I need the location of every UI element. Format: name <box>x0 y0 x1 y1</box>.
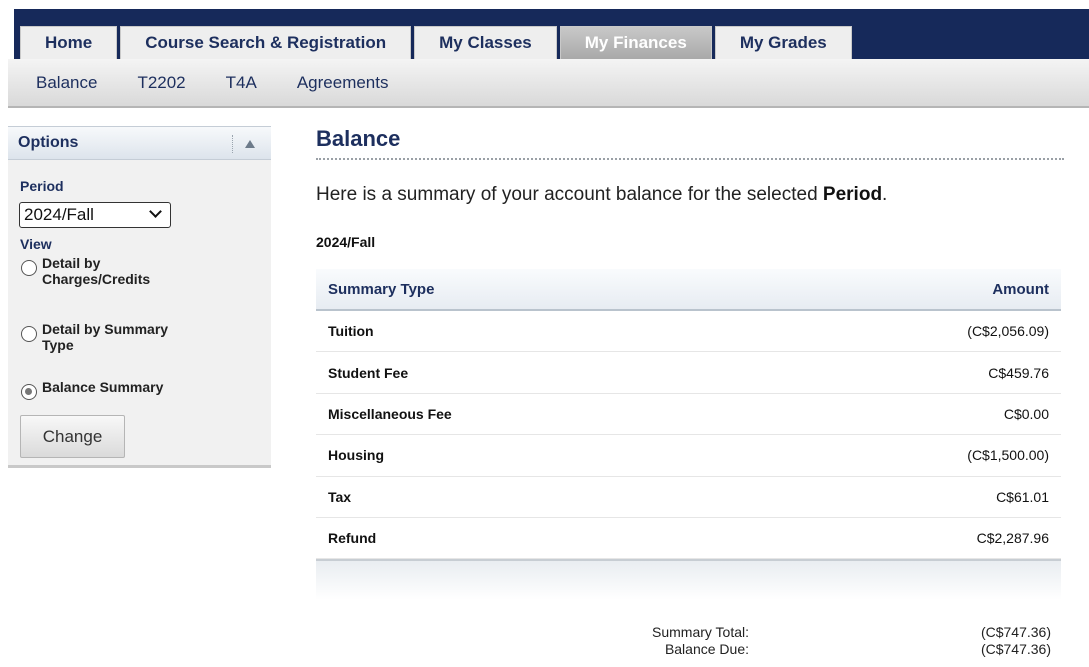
tab-my-finances[interactable]: My Finances <box>559 26 712 59</box>
balance-due-label: Balance Due: <box>664 641 749 657</box>
options-title: Options <box>18 134 79 151</box>
balance-due-value: (C$747.36) <box>980 641 1051 657</box>
main-tabs: Home Course Search & Registration My Cla… <box>20 26 855 59</box>
table-footer <box>316 559 1061 601</box>
header-separator <box>232 135 233 153</box>
header-summary-type: Summary Type <box>328 280 435 298</box>
title-divider <box>316 158 1064 160</box>
change-button[interactable]: Change <box>20 415 125 458</box>
row-type: Miscellaneous Fee <box>328 405 452 422</box>
collapse-button[interactable] <box>237 134 263 154</box>
subtab-balance[interactable]: Balance <box>36 73 97 93</box>
row-amount: C$459.76 <box>988 364 1049 381</box>
table-row: Tax C$61.01 <box>316 476 1061 518</box>
row-type: Housing <box>328 447 384 464</box>
row-amount: (C$2,056.09) <box>967 323 1049 340</box>
options-header: Options <box>8 126 271 160</box>
radio-label: Detail by Charges/Credits <box>42 255 151 287</box>
row-type: Tax <box>328 488 352 505</box>
period-select[interactable]: 2024/Fall <box>19 202 171 228</box>
intro-text-bold: Period <box>822 184 883 205</box>
options-panel: Options Period 2024/Fall View Detail by … <box>8 126 271 468</box>
totals-block: Summary Total: (C$747.36) Balance Due: (… <box>316 624 1061 664</box>
tab-my-classes[interactable]: My Classes <box>414 26 557 59</box>
header-amount: Amount <box>992 280 1049 298</box>
row-type: Refund <box>328 530 377 547</box>
tab-home[interactable]: Home <box>20 26 118 59</box>
tab-course-search-registration[interactable]: Course Search & Registration <box>120 26 412 59</box>
period-label: Period <box>20 178 64 194</box>
summary-total-label: Summary Total: <box>652 624 749 640</box>
subtab-t4a[interactable]: T4A <box>226 73 257 93</box>
page-title: Balance <box>316 126 401 151</box>
view-option-charges-credits[interactable]: Detail by Charges/Credits <box>21 255 182 287</box>
table-row: Tuition (C$2,056.09) <box>316 311 1061 353</box>
intro-text-main: Here is a summary of your account balanc… <box>316 184 823 205</box>
top-navigation: Home Course Search & Registration My Cla… <box>0 0 1089 59</box>
summary-total-value: (C$747.36) <box>980 624 1051 640</box>
sub-navigation: Balance T2202 T4A Agreements <box>8 59 1089 108</box>
table-row: Housing (C$1,500.00) <box>316 435 1061 477</box>
row-amount: (C$1,500.00) <box>967 447 1049 464</box>
row-amount: C$0.00 <box>1003 405 1049 422</box>
radio-label: Detail by Summary Type <box>42 321 169 353</box>
intro-text: Here is a summary of your account balanc… <box>316 184 887 206</box>
radio-label: Balance Summary <box>42 379 164 395</box>
row-type: Student Fee <box>328 364 409 381</box>
table-row: Miscellaneous Fee C$0.00 <box>316 393 1061 436</box>
period-heading: 2024/Fall <box>316 234 376 250</box>
row-amount: C$61.01 <box>996 488 1049 505</box>
row-type: Tuition <box>328 323 374 340</box>
balance-table: Summary Type Amount Tuition (C$2,056.09)… <box>316 269 1061 601</box>
tab-my-grades[interactable]: My Grades <box>714 26 852 59</box>
triangle-up-icon <box>245 140 255 148</box>
view-label: View <box>20 236 52 252</box>
main-content: Balance Here is a summary of your accoun… <box>316 126 1064 657</box>
radio-charges-credits[interactable] <box>21 260 37 276</box>
radio-summary-type[interactable] <box>21 326 37 342</box>
subtab-agreements[interactable]: Agreements <box>297 73 389 93</box>
radio-balance-summary[interactable] <box>21 384 37 400</box>
period-select-value: 2024/Fall <box>24 205 94 224</box>
table-row: Student Fee C$459.76 <box>316 352 1061 394</box>
table-row: Refund C$2,287.96 <box>316 517 1061 560</box>
intro-text-end: . <box>882 184 888 205</box>
chevron-down-icon <box>149 205 162 218</box>
view-option-summary-type[interactable]: Detail by Summary Type <box>21 321 192 353</box>
table-header: Summary Type Amount <box>316 269 1061 311</box>
row-amount: C$2,287.96 <box>976 530 1049 547</box>
view-option-balance-summary[interactable]: Balance Summary <box>21 379 202 400</box>
subtab-t2202[interactable]: T2202 <box>137 73 185 93</box>
